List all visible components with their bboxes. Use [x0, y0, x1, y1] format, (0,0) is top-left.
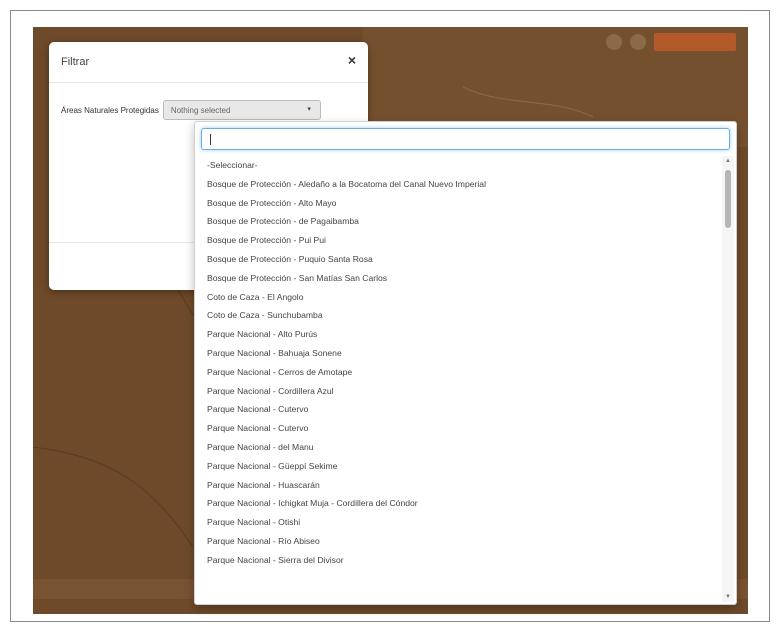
- scroll-down-icon[interactable]: ▼: [725, 594, 731, 600]
- list-item[interactable]: Parque Nacional - Alto Purús: [195, 325, 722, 344]
- text-cursor: [210, 134, 211, 145]
- scrollbar-thumb[interactable]: [725, 170, 731, 228]
- list-item[interactable]: Bosque de Protección - Alto Mayo: [195, 194, 722, 213]
- list-item[interactable]: Bosque de Protección - Puquio Santa Rosa: [195, 250, 722, 269]
- list-item[interactable]: Coto de Caza - Sunchubamba: [195, 306, 722, 325]
- dropdown-search[interactable]: [201, 128, 730, 150]
- dropdown-options-list[interactable]: -Seleccionar- Bosque de Protección - Ale…: [195, 156, 722, 602]
- protected-areas-select[interactable]: Nothing selected ▾: [162, 100, 321, 120]
- list-item[interactable]: Parque Nacional - Huascarán: [195, 476, 722, 495]
- modal-title: Filtrar: [61, 56, 90, 68]
- select-value: Nothing selected: [170, 106, 231, 115]
- list-item[interactable]: Parque Nacional - Río Abiseo: [195, 532, 722, 551]
- search-icon[interactable]: [606, 34, 622, 50]
- list-item[interactable]: Bosque de Protección - Aledaño a la Boca…: [195, 175, 722, 194]
- list-item[interactable]: Parque Nacional - Güeppí Sekime: [195, 457, 722, 476]
- list-item[interactable]: Bosque de Protección - San Matías San Ca…: [195, 269, 722, 288]
- chevron-down-icon: ▾: [307, 106, 311, 113]
- list-item[interactable]: Bosque de Protección - de Pagaibamba: [195, 212, 722, 231]
- user-icon[interactable]: [630, 34, 646, 50]
- map-toolbar: [606, 33, 736, 51]
- scroll-up-icon[interactable]: ▲: [725, 158, 731, 164]
- filter-row: Áreas Naturales Protegidas Nothing selec…: [61, 100, 321, 120]
- list-item[interactable]: -Seleccionar-: [195, 156, 722, 175]
- protected-areas-dropdown: -Seleccionar- Bosque de Protección - Ale…: [194, 121, 737, 605]
- list-item[interactable]: Parque Nacional - Bahuaja Sonene: [195, 344, 722, 363]
- modal-header: Filtrar ×: [49, 42, 368, 83]
- dropdown-search-input[interactable]: [202, 129, 729, 149]
- close-icon[interactable]: ×: [348, 52, 356, 68]
- list-item[interactable]: Parque Nacional - Cutervo: [195, 419, 722, 438]
- list-item[interactable]: Parque Nacional - del Manu: [195, 438, 722, 457]
- list-item[interactable]: Parque Nacional - Sierra del Divisor: [195, 551, 722, 570]
- list-item[interactable]: Parque Nacional - Cordillera Azul: [195, 382, 722, 401]
- user-menu[interactable]: [654, 33, 736, 51]
- list-item[interactable]: Coto de Caza - El Angolo: [195, 288, 722, 307]
- dropdown-scrollbar[interactable]: ▲ ▼: [722, 156, 734, 602]
- list-item[interactable]: Parque Nacional - Otishi: [195, 513, 722, 532]
- list-item[interactable]: Bosque de Protección - Pui Pui: [195, 231, 722, 250]
- filter-label: Áreas Naturales Protegidas: [61, 105, 159, 115]
- list-item[interactable]: Parque Nacional - Ichigkat Muja - Cordil…: [195, 494, 722, 513]
- list-item[interactable]: Parque Nacional - Cutervo: [195, 400, 722, 419]
- list-item[interactable]: Parque Nacional - Cerros de Amotape: [195, 363, 722, 382]
